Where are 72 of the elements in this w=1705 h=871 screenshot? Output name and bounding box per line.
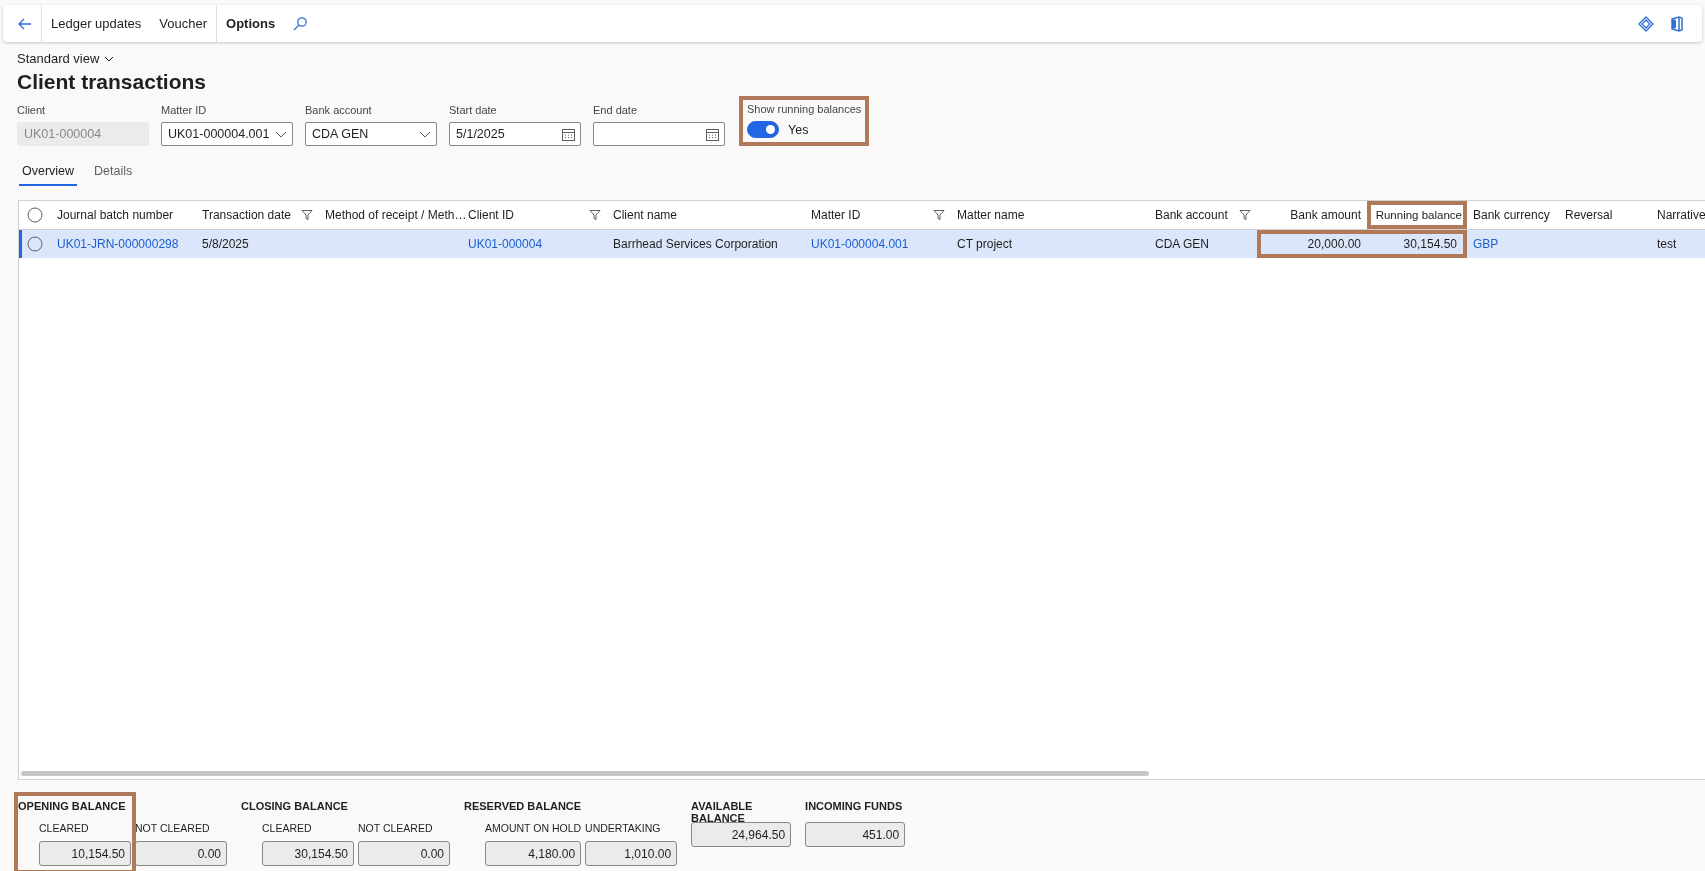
row-select-radio[interactable] [27, 236, 43, 252]
amount-field: 1,010.00 [585, 841, 678, 866]
table-cell-text: CDA GEN [1155, 237, 1210, 251]
scrollbar[interactable] [21, 771, 1149, 776]
filter-icon[interactable] [589, 209, 601, 221]
toolbar-button[interactable]: Ledger updates [42, 5, 151, 42]
field-label: End date [593, 104, 639, 117]
date-field[interactable]: 5/1/2025 [449, 122, 581, 146]
field-label: CLEARED [262, 822, 313, 835]
amount-field: 4,180.00 [485, 841, 582, 866]
section-heading: CLOSING BALANCE [241, 799, 349, 814]
field-label: Show running balances [747, 103, 862, 116]
chevron-down-icon [275, 130, 287, 138]
field-label: AMOUNT ON HOLD [485, 822, 582, 835]
amount-field: 0.00 [358, 841, 450, 866]
calendar-icon [562, 127, 575, 141]
calendar-icon [706, 127, 719, 141]
toolbar-button[interactable]: Voucher [150, 5, 217, 42]
field-label: UNDERTAKING [585, 822, 662, 835]
amount-field: 451.00 [805, 822, 906, 847]
table-cell-text: test [1657, 237, 1678, 251]
column-header[interactable]: Matter name [951, 201, 1149, 229]
diamond-icon[interactable] [1638, 15, 1654, 32]
tab[interactable]: Overview [19, 159, 78, 186]
amount-field: 0.00 [135, 841, 227, 866]
column-header[interactable]: Matter ID [805, 201, 951, 229]
field-label: NOT CLEARED [135, 822, 211, 835]
section-heading: OPENING BALANCE [18, 799, 127, 814]
column-header[interactable]: Bank currency [1467, 201, 1559, 229]
table-row[interactable]: UK01-JRN-000000298 5/8/2025 UK01-000004 Barrhead Services Corporation UK01-000004.001 CT project CDA GEN 20,000.00 30,154.50 GBP test [19, 229, 1705, 258]
tab[interactable]: Details [91, 159, 136, 186]
toggle-value: Yes [788, 122, 809, 137]
dropdown-field[interactable]: CDA GEN [305, 122, 437, 146]
column-header[interactable]: Narrative [1651, 201, 1705, 229]
table-cell: 30,154.50 [1403, 237, 1457, 251]
field-label: Client [17, 104, 47, 117]
section-heading: INCOMING FUNDS [805, 799, 904, 814]
dropdown-field[interactable]: UK01-000004.001 [161, 122, 293, 146]
column-header[interactable]: Transaction date [196, 201, 319, 229]
table-cell-text: 5/8/2025 [202, 237, 250, 251]
filter-icon[interactable] [933, 209, 945, 221]
chevron-down-icon [419, 130, 431, 138]
date-field[interactable] [593, 122, 725, 146]
column-header[interactable]: Reversal [1559, 201, 1651, 229]
table-cell-text: Barrhead Services Corporation [613, 237, 779, 251]
field-label: Matter ID [161, 104, 208, 117]
chevron-down-icon[interactable] [104, 55, 115, 62]
column-header[interactable]: Journal batch number [51, 201, 196, 229]
field-label: CLEARED [39, 822, 90, 835]
search-icon[interactable] [292, 15, 309, 32]
section-heading: AVAILABLE BALANCE [691, 799, 754, 822]
filter-icon[interactable] [301, 209, 313, 221]
column-header[interactable]: Client name [607, 201, 805, 229]
column-header[interactable]: Running balance [1367, 201, 1467, 229]
page-title: Client transactions [17, 70, 208, 94]
field-label: Bank account [305, 104, 373, 117]
view-selector[interactable]: Standard view [17, 51, 115, 66]
table-cell: 20,000.00 [1307, 237, 1361, 251]
table-cell-text: CT project [957, 237, 1014, 251]
section-heading: RESERVED BALANCE [464, 799, 583, 814]
filter-icon[interactable] [1239, 209, 1251, 221]
menu-button[interactable]: Options [217, 5, 285, 42]
column-header[interactable]: Bank amount [1257, 201, 1367, 229]
field-label: Start date [449, 104, 498, 117]
office-icon[interactable] [1670, 15, 1684, 32]
column-header[interactable]: Bank account [1149, 201, 1257, 229]
field-label: NOT CLEARED [358, 822, 434, 835]
toggle-switch[interactable] [747, 121, 779, 138]
amount-field: 24,964.50 [691, 822, 792, 847]
amount-field: 30,154.50 [262, 841, 354, 866]
amount-field: 10,154.50 [39, 841, 131, 866]
select-all-radio[interactable] [27, 207, 43, 223]
